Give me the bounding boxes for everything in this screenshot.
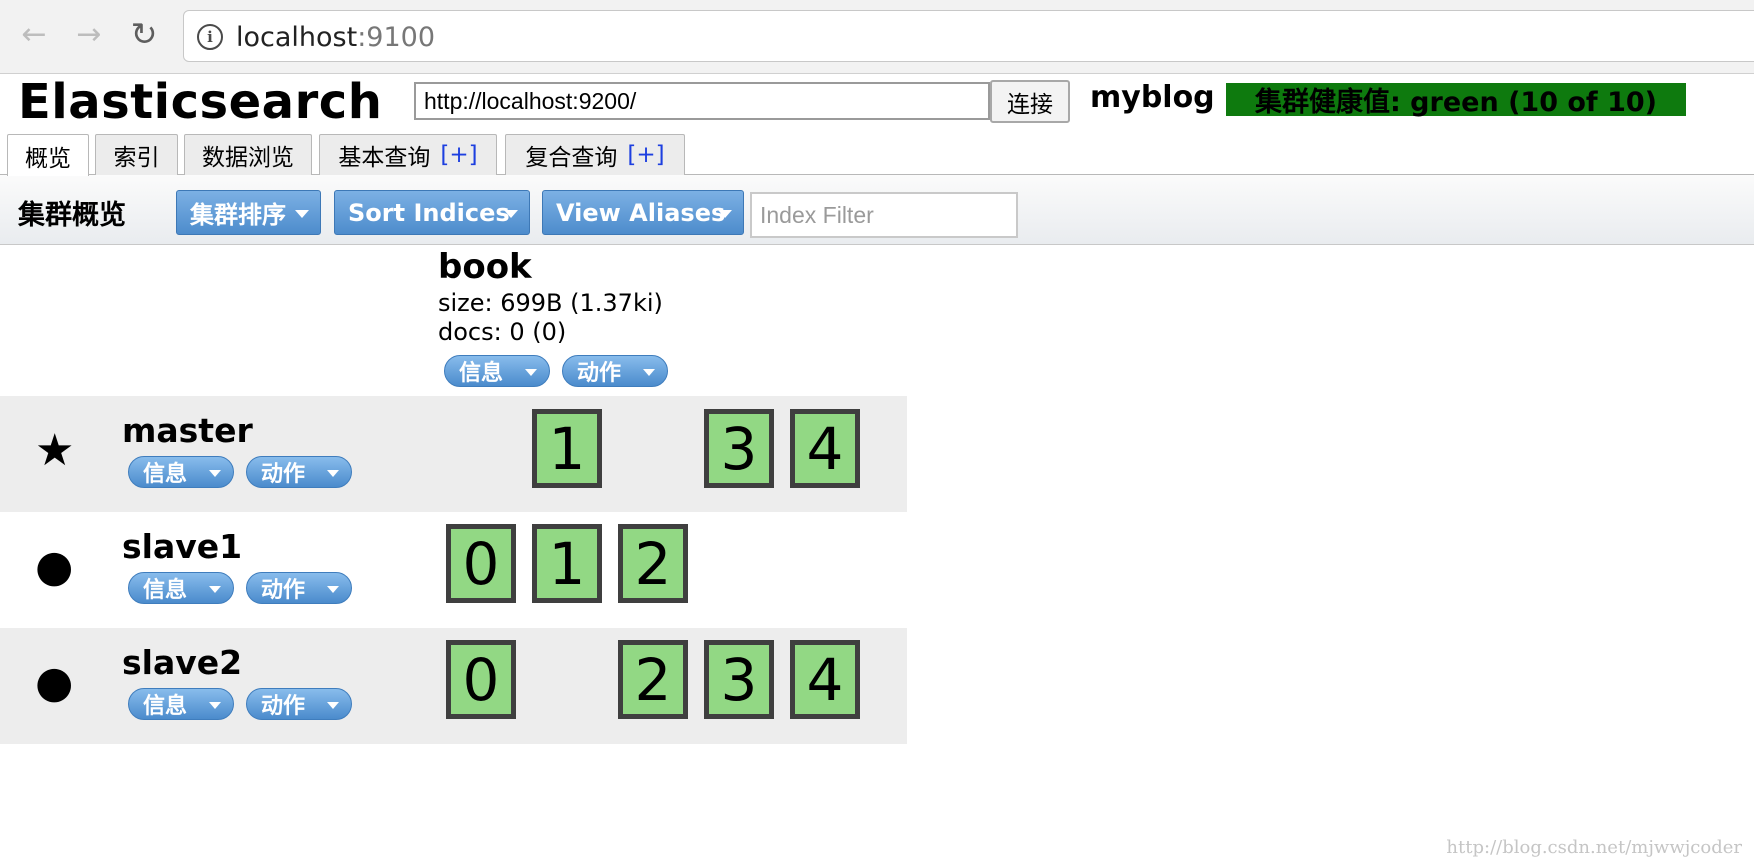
button-label: 信息: [143, 694, 188, 719]
button-label: View Aliases: [556, 198, 726, 227]
reload-icon[interactable]: ↻: [122, 12, 166, 56]
chevron-down-icon: [327, 586, 339, 593]
chevron-down-icon: [209, 586, 221, 593]
button-label: 信息: [459, 361, 504, 386]
button-label: 信息: [143, 578, 188, 603]
app-title: Elasticsearch: [18, 74, 383, 130]
chevron-down-icon: [327, 470, 339, 477]
index-docs: docs: 0 (0): [438, 318, 567, 346]
tab-label: 数据浏览: [202, 145, 294, 171]
cluster-health-badge: 集群健康值: green (10 of 10): [1226, 83, 1686, 118]
chevron-down-icon: [643, 369, 655, 376]
url-host: localhost: [236, 22, 358, 53]
tab-compound-query[interactable]: 复合查询 [+]: [505, 134, 685, 175]
site-info-icon[interactable]: i: [197, 24, 223, 50]
watermark: http://blog.csdn.net/mjwwjcoder: [1446, 837, 1742, 858]
shard-box[interactable]: 0: [446, 640, 516, 719]
overview-toolbar: 集群概览 集群排序 Sort Indices View Aliases: [0, 175, 1754, 245]
url-port: :9100: [357, 22, 436, 53]
node-info-button[interactable]: 信息: [128, 456, 234, 488]
shard-box[interactable]: 3: [704, 409, 774, 488]
address-bar[interactable]: i localhost:9100: [183, 10, 1754, 62]
node-row-slave2: ● slave2 信息 动作 0 2 3 4: [0, 628, 907, 744]
chevron-down-icon: [525, 369, 537, 376]
browser-toolbar: ← → ↻ i localhost:9100: [0, 0, 1754, 74]
tab-overview[interactable]: 概览: [7, 134, 89, 176]
button-label: 信息: [143, 462, 188, 487]
cluster-url-input[interactable]: [414, 82, 990, 120]
button-label: 动作: [577, 361, 622, 386]
button-label: 集群排序: [190, 201, 286, 229]
shard-box[interactable]: 4: [790, 409, 860, 488]
shard-box[interactable]: 3: [704, 640, 774, 719]
chevron-down-icon: [718, 210, 732, 218]
shard-box[interactable]: 2: [618, 640, 688, 719]
index-filter-input[interactable]: [750, 192, 1018, 238]
shard-box[interactable]: 1: [532, 409, 602, 488]
node-name: slave2: [122, 643, 243, 682]
tab-basic-query[interactable]: 基本查询 [+]: [319, 134, 497, 175]
tab-plus: [+]: [627, 142, 665, 168]
connect-button[interactable]: 连接: [990, 80, 1070, 123]
chevron-down-icon: [209, 702, 221, 709]
chevron-down-icon: [327, 702, 339, 709]
button-label: 动作: [261, 694, 306, 719]
tab-label: 复合查询: [525, 145, 618, 171]
index-name: book: [438, 247, 532, 287]
chevron-down-icon: [504, 210, 518, 218]
forward-icon[interactable]: →: [67, 12, 111, 56]
chevron-down-icon: [209, 470, 221, 477]
sort-indices-button[interactable]: Sort Indices: [334, 190, 530, 235]
sort-cluster-button[interactable]: 集群排序: [176, 190, 321, 235]
shard-box[interactable]: 4: [790, 640, 860, 719]
node-info-button[interactable]: 信息: [128, 572, 234, 604]
node-action-button[interactable]: 动作: [246, 456, 352, 488]
tab-plus: [+]: [440, 142, 478, 168]
shard-box[interactable]: 1: [532, 524, 602, 603]
cluster-name: myblog: [1090, 80, 1215, 115]
circle-icon: ●: [35, 541, 74, 592]
tab-label: 概览: [25, 145, 71, 172]
shard-box[interactable]: 2: [618, 524, 688, 603]
url-text: localhost:9100: [236, 22, 435, 53]
index-action-button[interactable]: 动作: [562, 355, 668, 387]
node-info-button[interactable]: 信息: [128, 688, 234, 720]
tab-label: 基本查询: [338, 145, 431, 171]
node-row-slave1: ● slave1 信息 动作 0 1 2: [0, 512, 907, 628]
back-icon[interactable]: ←: [12, 12, 56, 56]
button-label: 动作: [261, 578, 306, 603]
chevron-down-icon: [295, 210, 309, 218]
node-row-master: ★ master 信息 动作 1 3 4: [0, 396, 907, 512]
index-size: size: 699B (1.37ki): [438, 289, 663, 317]
node-action-button[interactable]: 动作: [246, 572, 352, 604]
node-action-button[interactable]: 动作: [246, 688, 352, 720]
node-name: slave1: [122, 527, 243, 566]
index-info-button[interactable]: 信息: [444, 355, 550, 387]
tab-indices[interactable]: 索引: [95, 134, 178, 175]
button-label: 动作: [261, 462, 306, 487]
tab-browser[interactable]: 数据浏览: [184, 134, 312, 175]
view-aliases-button[interactable]: View Aliases: [542, 190, 744, 235]
tab-label: 索引: [113, 145, 160, 171]
button-label: Sort Indices: [348, 198, 510, 227]
toolbar-title: 集群概览: [18, 200, 126, 231]
shard-box[interactable]: 0: [446, 524, 516, 603]
star-icon: ★: [35, 425, 75, 476]
circle-icon: ●: [35, 657, 74, 708]
node-name: master: [122, 411, 253, 450]
